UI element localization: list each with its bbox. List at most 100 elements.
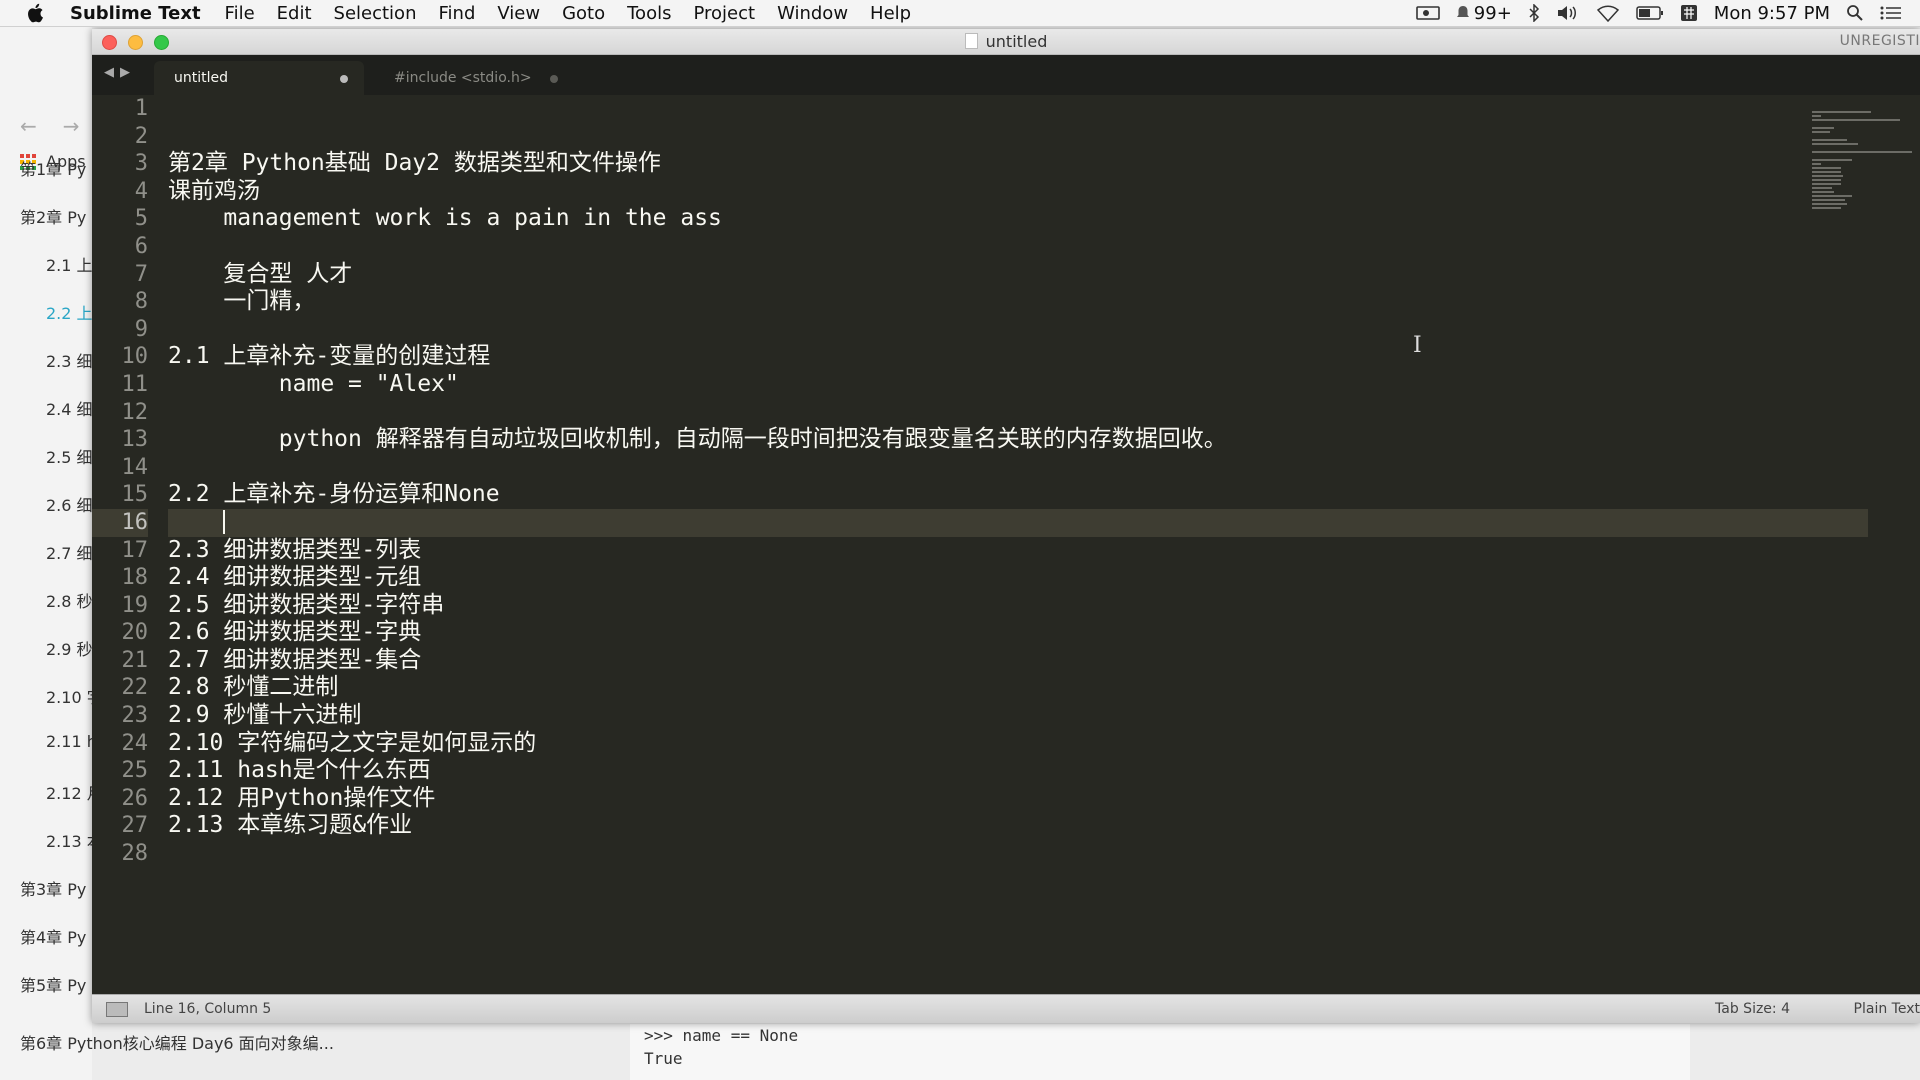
menu-app-name[interactable]: Sublime Text [70, 3, 201, 24]
minimap[interactable] [1812, 103, 1920, 209]
menu-file[interactable]: File [225, 3, 255, 24]
minimap-line [1812, 111, 1872, 113]
minimap-line [1812, 151, 1912, 153]
code-line[interactable]: management work is a pain in the ass [168, 205, 1868, 233]
code-line[interactable]: 复合型 人才 [168, 261, 1868, 289]
menu-find[interactable]: Find [438, 3, 475, 24]
unsaved-dot-icon[interactable] [550, 75, 558, 83]
code-line[interactable]: 一门精， [168, 288, 1868, 316]
line-number: 9 [134, 316, 148, 342]
minimap-line [1812, 119, 1900, 121]
minimap-line [1812, 203, 1848, 205]
toc-item[interactable]: 2.4 细 [46, 396, 93, 420]
code-line[interactable]: 2.4 细讲数据类型-元组 [168, 564, 1868, 592]
menu-edit[interactable]: Edit [277, 3, 312, 24]
menu-view[interactable]: View [497, 3, 540, 24]
menu-help[interactable]: Help [870, 3, 911, 24]
code-line[interactable]: 2.7 细讲数据类型-集合 [168, 647, 1868, 675]
menu-goto[interactable]: Goto [562, 3, 605, 24]
code-line[interactable]: 2.1 上章补充-变量的创建过程 [168, 343, 1868, 371]
toc-item[interactable]: 2.8 秒 [46, 588, 93, 612]
notification-center-icon[interactable] [1880, 5, 1902, 21]
screen-record-icon[interactable] [1415, 5, 1440, 21]
code-line[interactable]: 2.10 字符编码之文字是如何显示的 [168, 730, 1868, 758]
syntax-selector[interactable]: Plain Text [1854, 1001, 1920, 1017]
toc-item[interactable]: 2.5 细 [46, 444, 93, 468]
toc-item[interactable]: 2.3 细 [46, 348, 93, 372]
line-number: 21 [121, 647, 149, 673]
toc-item[interactable]: 第3章 Py [20, 876, 86, 900]
code-line[interactable] [168, 123, 1868, 151]
line-number: 28 [121, 841, 149, 867]
toggle-panel-icon[interactable] [106, 1002, 128, 1017]
code-line[interactable]: 课前鸡汤 [168, 178, 1868, 206]
tab-include-stdio[interactable]: #include <stdio.h> [374, 61, 574, 95]
code-line[interactable]: 2.8 秒懂二进制 [168, 674, 1868, 702]
background-console: >>> name == None True [630, 1024, 1690, 1080]
wifi-icon[interactable] [1596, 4, 1620, 22]
back-arrow-icon[interactable]: ← [20, 114, 37, 138]
code-line[interactable]: 2.5 细讲数据类型-字符串 [168, 592, 1868, 620]
forward-arrow-icon[interactable]: → [63, 114, 80, 138]
editor-area[interactable]: 1 2 3 4 5 6 7 8 9 10 11 12 13 14 15 16 17 18 19 20 21 22 23 24 2… [92, 95, 1920, 995]
tab-next-icon[interactable]: ▶ [120, 65, 130, 80]
code-line[interactable]: 2.11 hash是个什么东西 [168, 757, 1868, 785]
toc-item[interactable]: 2.9 秒 [46, 636, 93, 660]
clock[interactable]: Mon 9:57 PM [1714, 3, 1830, 24]
line-number: 15 [121, 482, 149, 508]
toc-item[interactable]: 第2章 Py [20, 204, 86, 228]
line-number: 18 [121, 565, 149, 591]
toc-item-chapter6[interactable]: 第6章 Python核心编程 Day6 面向对象编... [20, 1030, 334, 1054]
menu-project[interactable]: Project [693, 3, 755, 24]
notification-bell-icon[interactable] [1456, 5, 1470, 21]
bluetooth-icon[interactable] [1528, 4, 1540, 22]
menu-window[interactable]: Window [777, 3, 848, 24]
toc-item[interactable]: 2.11 h [46, 732, 97, 751]
code-line[interactable]: 2.9 秒懂十六进制 [168, 702, 1868, 730]
toc-item[interactable]: 第4章 Py [20, 924, 86, 948]
tab-size-selector[interactable]: Tab Size: 4 [1715, 1001, 1790, 1017]
tab-untitled[interactable]: untitled [154, 61, 364, 95]
code-line[interactable]: 2.6 细讲数据类型-字典 [168, 619, 1868, 647]
code-line[interactable] [168, 316, 1868, 344]
console-line: True [644, 1049, 683, 1068]
tab-prev-icon[interactable]: ◀ [104, 65, 114, 80]
volume-icon[interactable] [1556, 4, 1580, 22]
code-line[interactable] [168, 840, 1868, 868]
spotlight-search-icon[interactable] [1846, 4, 1864, 22]
code-line[interactable]: 2.13 本章练习题&作业 [168, 812, 1868, 840]
toc-item[interactable]: 2.6 细 [46, 492, 93, 516]
line-number: 5 [134, 206, 148, 232]
code-line[interactable] [168, 233, 1868, 261]
minimap-line [1812, 163, 1821, 165]
code-text[interactable]: 第2章 Python基础 Day2 数据类型和文件操作 课前鸡汤 manageme… [168, 95, 1868, 868]
toc-item[interactable]: 2.7 细 [46, 540, 93, 564]
line-number: 24 [121, 730, 149, 756]
toc-item[interactable]: 第5章 Py [20, 972, 86, 996]
code-line[interactable] [168, 399, 1868, 427]
code-line[interactable]: 第2章 Python基础 Day2 数据类型和文件操作 [168, 150, 1868, 178]
apple-icon[interactable] [26, 3, 52, 23]
toc-item[interactable]: 2.2 上 [46, 300, 93, 324]
code-line[interactable]: 2.12 用Python操作文件 [168, 785, 1868, 813]
code-line[interactable] [168, 95, 1868, 123]
toc-item[interactable]: 第1章 Py [20, 156, 86, 180]
tab-nav-arrows: ◀ ▶ [104, 65, 130, 80]
input-method-icon[interactable] [1680, 4, 1698, 22]
code-line[interactable] [168, 454, 1868, 482]
code-line[interactable]: python 解释器有自动垃圾回收机制，自动隔一段时间把没有跟变量名关联的内存数… [168, 426, 1868, 454]
code-line[interactable]: 2.2 上章补充-身份运算和None [168, 481, 1868, 509]
menu-tools[interactable]: Tools [627, 3, 671, 24]
minimap-line [1812, 159, 1852, 161]
line-number-gutter: 1 2 3 4 5 6 7 8 9 10 11 12 13 14 15 16 17 18 19 20 21 22 23 24 2… [92, 95, 148, 868]
code-line[interactable]: 2.3 细讲数据类型-列表 [168, 537, 1868, 565]
menu-selection[interactable]: Selection [334, 3, 417, 24]
title-bar[interactable]: untitled UNREGISTI [92, 29, 1920, 55]
window-title-text: untitled [985, 32, 1048, 51]
battery-icon[interactable] [1636, 6, 1664, 20]
minimap-line [1812, 127, 1834, 129]
code-line[interactable] [168, 508, 1868, 537]
code-line[interactable]: name = "Alex" [168, 371, 1868, 399]
unsaved-dot-icon[interactable] [340, 75, 348, 83]
toc-item[interactable]: 2.1 上 [46, 252, 93, 276]
